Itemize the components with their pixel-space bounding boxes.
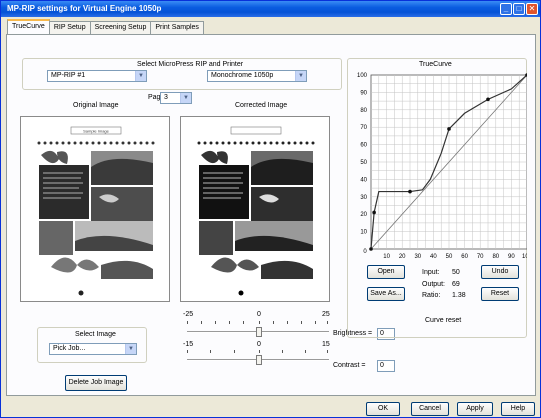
select-image-heading: Select Image — [75, 331, 116, 338]
truecurve-heading: TrueCurve — [419, 61, 452, 68]
tab-strip: TrueCurve RIP Setup Screening Setup Prin… — [7, 19, 204, 34]
tab-print-samples[interactable]: Print Samples — [150, 21, 204, 34]
page-select-value: 3 — [164, 94, 168, 101]
minimize-icon[interactable]: _ — [500, 3, 512, 15]
corrected-image-label: Corrected Image — [235, 102, 288, 109]
chevron-down-icon[interactable]: ▼ — [180, 93, 191, 103]
x-tick-label: 100 — [522, 254, 527, 260]
rip-select[interactable]: MP-RIP #1 ▼ — [47, 70, 147, 82]
ratio-value: 1.38 — [452, 292, 466, 299]
open-button[interactable]: Open — [367, 265, 405, 279]
window-controls: _ □ ✕ — [500, 3, 538, 15]
y-tick-label: 70 — [360, 125, 367, 131]
y-tick-label: 40 — [360, 177, 367, 183]
contrast-label: Contrast = — [333, 362, 366, 369]
x-tick-label: 60 — [461, 254, 468, 260]
tab-screening-setup[interactable]: Screening Setup — [89, 21, 152, 34]
x-tick-label: 10 — [383, 254, 390, 260]
input-label: Input: — [422, 269, 440, 276]
contrast-slider-thumb[interactable] — [256, 355, 262, 365]
rip-printer-heading: Select MicroPress RIP and Printer — [137, 61, 244, 68]
cancel-button[interactable]: Cancel — [411, 402, 449, 416]
y-tick-label: 60 — [360, 143, 367, 149]
ratio-label: Ratio: — [422, 292, 441, 299]
contrast-input[interactable]: 0 — [377, 360, 395, 372]
close-icon[interactable]: ✕ — [526, 3, 538, 15]
y-tick-label: 30 — [360, 195, 367, 201]
y-tick-label: 100 — [357, 73, 368, 79]
x-tick-label: 40 — [430, 254, 437, 260]
y-tick-label: 20 — [360, 212, 367, 218]
y-tick-label: 10 — [360, 230, 367, 236]
contrast-min-label: -15 — [183, 341, 194, 348]
control-point — [408, 189, 412, 194]
x-tick-label: 70 — [477, 254, 484, 260]
chevron-down-icon[interactable]: ▼ — [135, 71, 146, 81]
settings-window: MP-RIP settings for Virtual Engine 1050p… — [0, 0, 541, 418]
brightness-slider-thumb[interactable] — [256, 327, 262, 337]
corrected-image-preview — [180, 116, 330, 302]
printer-select[interactable]: Monochrome 1050p ▼ — [207, 70, 307, 82]
brightness-mid-label: 0 — [257, 311, 261, 318]
control-point — [486, 97, 490, 102]
x-tick-label: 30 — [414, 254, 421, 260]
rip-select-value: MP-RIP #1 — [51, 72, 86, 79]
y-tick-label: 90 — [360, 90, 367, 96]
job-select[interactable]: Pick Job... ▼ — [49, 343, 137, 355]
y-tick-label: 80 — [360, 108, 367, 114]
help-button[interactable]: Help — [501, 402, 535, 416]
output-value: 69 — [452, 281, 460, 288]
x-tick-label: 20 — [399, 254, 406, 260]
maximize-icon[interactable]: □ — [513, 3, 525, 15]
chevron-down-icon[interactable]: ▼ — [125, 344, 136, 354]
y-tick-label: 50 — [360, 160, 367, 166]
truecurve-panel: Select MicroPress RIP and Printer MP-RIP… — [6, 34, 536, 396]
ok-button[interactable]: OK — [366, 402, 400, 416]
window-title: MP-RIP settings for Virtual Engine 1050p — [7, 4, 162, 13]
tab-truecurve[interactable]: TrueCurve — [7, 19, 50, 34]
brightness-min-label: -25 — [183, 311, 194, 318]
printer-select-value: Monochrome 1050p — [211, 72, 274, 79]
apply-button[interactable]: Apply — [457, 402, 493, 416]
tab-rip-setup[interactable]: RIP Setup — [48, 21, 91, 34]
output-label: Output: — [422, 281, 445, 288]
chevron-down-icon[interactable]: ▼ — [295, 71, 306, 81]
brightness-max-label: 25 — [322, 311, 330, 318]
control-point — [369, 247, 373, 251]
input-value: 50 — [452, 269, 460, 276]
origin-tick-label: 0 — [363, 249, 367, 255]
x-tick-label: 90 — [508, 254, 515, 260]
preview-doc-heading: Sample Image — [83, 129, 110, 134]
x-tick-label: 80 — [492, 254, 499, 260]
original-image-preview: Sample Image — [20, 116, 170, 302]
control-point — [447, 127, 451, 131]
job-select-value: Pick Job... — [53, 345, 86, 352]
title-bar[interactable]: MP-RIP settings for Virtual Engine 1050p… — [1, 1, 540, 17]
curve-reset-label: Curve reset — [425, 317, 462, 324]
reset-button[interactable]: Reset — [481, 287, 519, 301]
save-as-button[interactable]: Save As... — [367, 287, 405, 301]
original-image-label: Original Image — [73, 102, 119, 109]
truecurve-chart[interactable]: 10 20 30 40 50 60 70 80 90 100 0 10 20 30 40 50 60 70 80 90… — [347, 71, 527, 267]
contrast-mid-label: 0 — [257, 341, 261, 348]
contrast-max-label: 15 — [322, 341, 330, 348]
delete-job-image-button[interactable]: Delete Job Image — [65, 375, 127, 391]
x-tick-label: 50 — [446, 254, 453, 260]
page-select[interactable]: 3 ▼ — [160, 92, 192, 104]
control-point — [372, 210, 376, 215]
undo-button[interactable]: Undo — [481, 265, 519, 279]
